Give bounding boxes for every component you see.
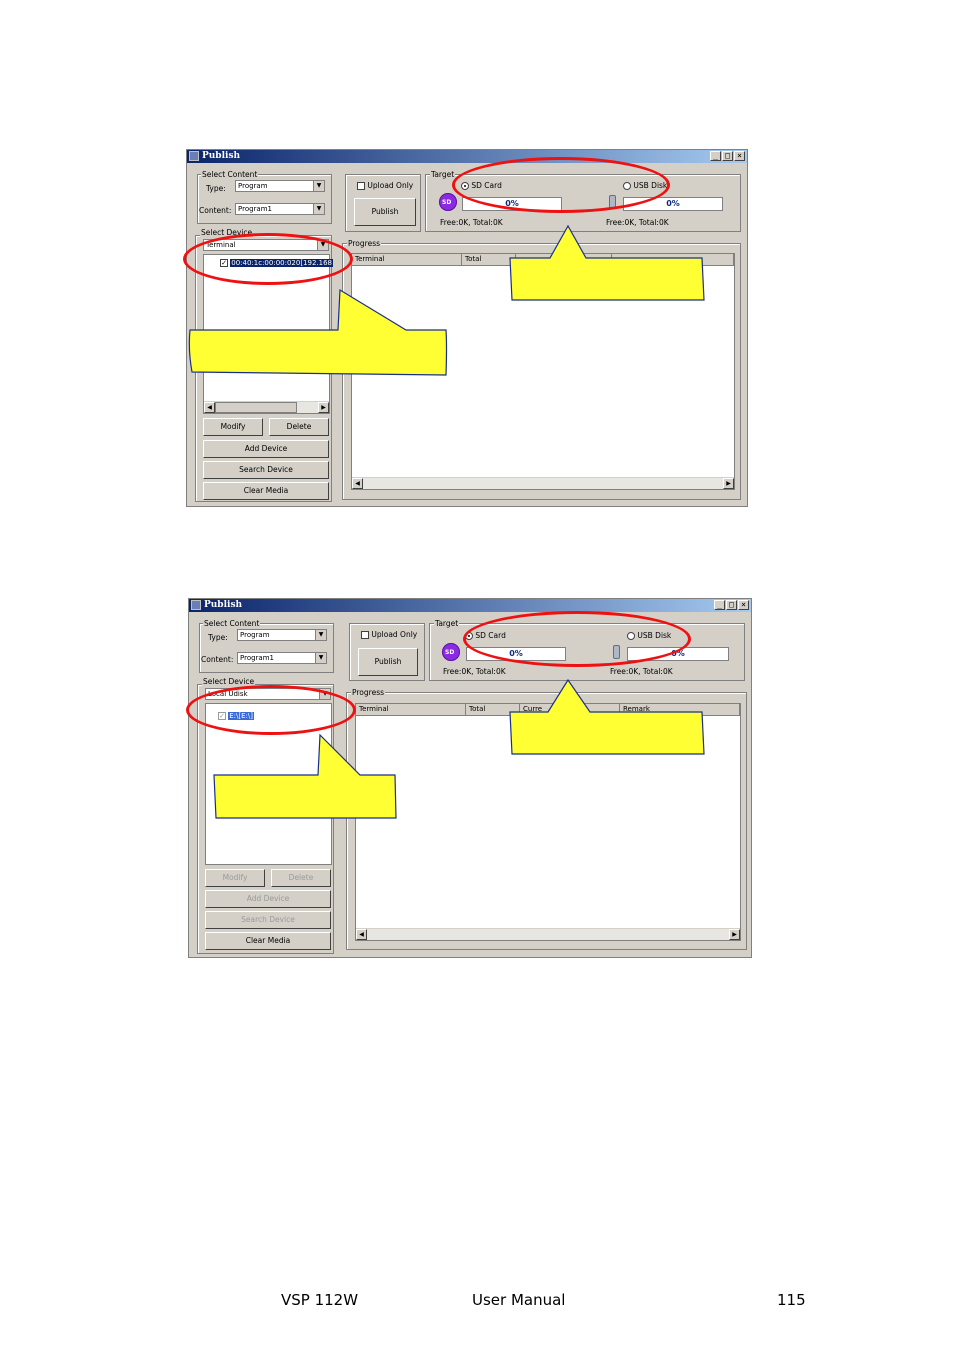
highlight-ring-target-2: [463, 611, 691, 667]
footer-model: VSP 112W: [281, 1291, 359, 1309]
highlight-ring-target-1: [452, 157, 670, 213]
highlight-ring-device-2: [186, 685, 356, 735]
footer-doc: User Manual: [472, 1291, 566, 1309]
footer-page-number: 115: [777, 1291, 806, 1309]
highlight-ring-device-1: [183, 233, 353, 285]
callout-target-2: [509, 678, 705, 755]
callout-device-2: [213, 733, 397, 819]
callout-target-1: [509, 224, 705, 301]
callout-device-1: [188, 288, 448, 376]
